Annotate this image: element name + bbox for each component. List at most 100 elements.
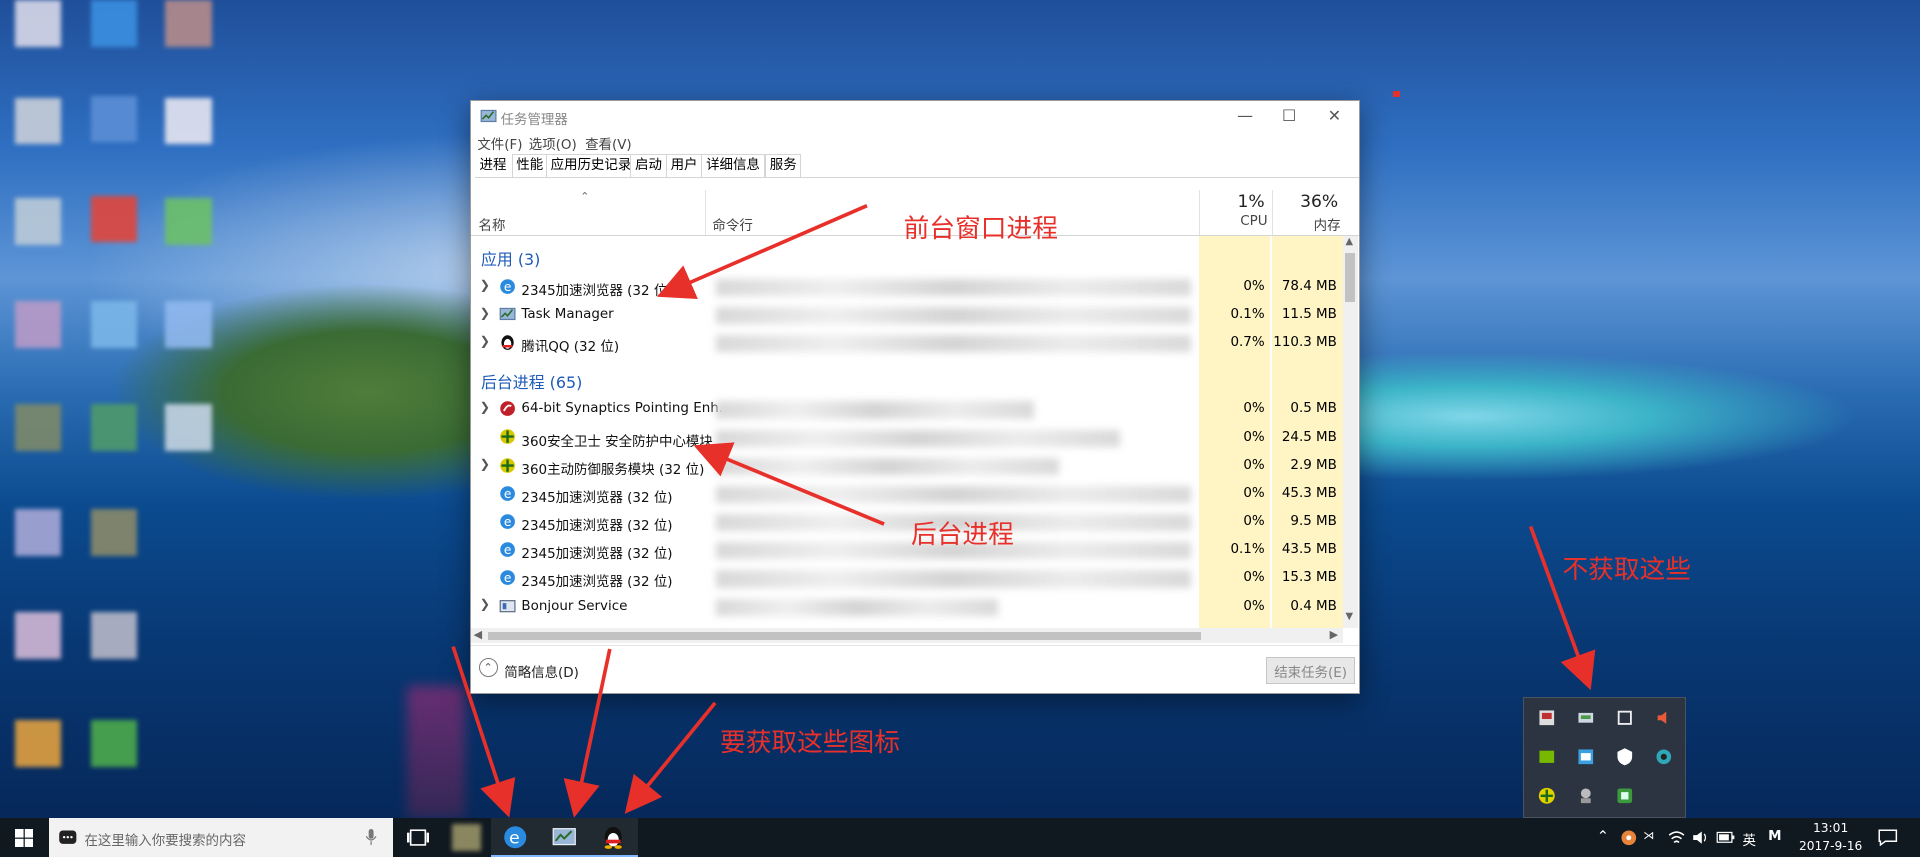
process-row[interactable]: e 2345加速浏览器 (32 位) 0% 15.3 MB bbox=[471, 564, 1343, 592]
desktop-icon[interactable] bbox=[14, 720, 62, 767]
desktop-icon[interactable] bbox=[165, 404, 212, 451]
close-button[interactable]: ✕ bbox=[1312, 101, 1356, 130]
show-hidden-icons-chevron-icon[interactable]: ⌃ bbox=[1597, 828, 1609, 845]
clock[interactable]: 13:01 2017-9-16 bbox=[1798, 820, 1864, 854]
search-box[interactable]: 在这里输入你要搜索的内容 bbox=[48, 817, 394, 857]
end-task-button[interactable]: 结束任务(E) bbox=[1265, 657, 1356, 684]
expand-chevron-icon[interactable]: ❯ bbox=[480, 400, 490, 414]
tray-app-icon[interactable] bbox=[1537, 708, 1557, 728]
tray-app-icon[interactable] bbox=[1619, 828, 1639, 848]
tray-app-icon[interactable] bbox=[1576, 747, 1596, 767]
process-row[interactable]: ❯ Bonjour Service 0% 0.4 MB bbox=[471, 592, 1343, 620]
desktop-icon[interactable] bbox=[14, 612, 62, 659]
process-row[interactable]: ❯ 360主动防御服务模块 (32 位) 0% 2.9 MB bbox=[471, 452, 1343, 480]
desktop-icon[interactable] bbox=[14, 509, 62, 556]
process-row[interactable]: 360安全卫士 安全防护中心模块... 0% 24.5 MB bbox=[471, 423, 1343, 451]
tab-startup[interactable]: 启动 bbox=[630, 154, 667, 178]
tab-performance[interactable]: 性能 bbox=[511, 154, 548, 178]
taskbar-qq[interactable] bbox=[588, 817, 638, 857]
tab-services[interactable]: 服务 bbox=[765, 154, 802, 178]
expand-chevron-icon[interactable]: ❯ bbox=[480, 306, 490, 320]
desktop-icon[interactable] bbox=[90, 509, 138, 556]
tray-360-icon[interactable] bbox=[1537, 786, 1557, 806]
tray-app-icon[interactable] bbox=[1615, 786, 1635, 806]
microphone-icon[interactable] bbox=[365, 828, 377, 846]
desktop-icon[interactable] bbox=[90, 195, 138, 243]
ime-language[interactable]: 英 bbox=[1742, 829, 1755, 849]
process-row[interactable]: ❯ 腾讯QQ (32 位) 0.7% 110.3 MB bbox=[471, 329, 1343, 357]
desktop-icon[interactable] bbox=[90, 404, 138, 451]
horizontal-scroll-thumb[interactable] bbox=[488, 631, 1201, 641]
tray-nvidia-icon[interactable] bbox=[1537, 747, 1557, 767]
fewer-details-link[interactable]: 简略信息(D) bbox=[504, 661, 579, 681]
ime-mode[interactable]: M bbox=[1768, 829, 1781, 844]
process-row[interactable]: e 2345加速浏览器 (32 位) 0% 9.5 MB bbox=[471, 508, 1343, 536]
horizontal-scrollbar[interactable]: ◀ ▶ bbox=[471, 627, 1344, 643]
tray-battery-text-icon[interactable]: ⋊ bbox=[1643, 829, 1654, 842]
menu-file[interactable]: 文件(F) bbox=[477, 133, 522, 153]
desktop-icon[interactable] bbox=[90, 301, 138, 348]
desktop-icon[interactable] bbox=[165, 198, 212, 245]
desktop-icon[interactable] bbox=[14, 97, 62, 145]
expand-chevron-icon[interactable]: ❯ bbox=[480, 457, 490, 471]
desktop-icon[interactable] bbox=[90, 95, 138, 143]
column-name[interactable]: 名称 bbox=[479, 214, 506, 234]
tab-details[interactable]: 详细信息 bbox=[701, 154, 765, 178]
tray-app-icon[interactable] bbox=[1576, 786, 1596, 806]
tray-app-icon[interactable] bbox=[1576, 708, 1596, 728]
tab-app-history[interactable]: 应用历史记录 bbox=[545, 154, 636, 178]
background-group-header[interactable]: 后台进程 (65) bbox=[481, 370, 582, 393]
desktop-icon[interactable] bbox=[14, 0, 62, 47]
vertical-scrollbar[interactable]: ▲ ▼ bbox=[1343, 236, 1358, 628]
desktop-icon[interactable] bbox=[165, 301, 212, 348]
start-button[interactable] bbox=[0, 818, 49, 857]
battery-icon[interactable] bbox=[1716, 830, 1736, 845]
column-memory[interactable]: 内存 bbox=[1314, 214, 1341, 234]
collapse-circle-icon[interactable]: ⌃ bbox=[478, 658, 498, 678]
process-row[interactable]: e 2345加速浏览器 (32 位) 0% 45.3 MB bbox=[471, 480, 1343, 508]
scroll-up-arrow-icon[interactable]: ▲ bbox=[1345, 236, 1353, 247]
desktop-icon[interactable] bbox=[14, 301, 62, 348]
tab-users[interactable]: 用户 bbox=[665, 154, 703, 178]
scroll-down-arrow-icon[interactable]: ▼ bbox=[1345, 611, 1353, 622]
process-memory: 11.5 MB bbox=[1281, 307, 1337, 323]
action-center-icon[interactable] bbox=[1878, 829, 1898, 847]
scroll-right-arrow-icon[interactable]: ▶ bbox=[1330, 628, 1338, 641]
process-row[interactable]: ❯ Task Manager 0.1% 11.5 MB bbox=[471, 301, 1343, 329]
title-bar[interactable]: 任务管理器 — ☐ ✕ bbox=[471, 101, 1359, 130]
wifi-icon[interactable] bbox=[1668, 829, 1685, 846]
tray-volume-muted-icon[interactable] bbox=[1654, 708, 1674, 728]
column-cpu[interactable]: CPU bbox=[1240, 214, 1267, 229]
desktop-icon[interactable] bbox=[165, 0, 212, 47]
desktop-icon[interactable] bbox=[14, 404, 62, 451]
taskbar-task-manager[interactable] bbox=[540, 817, 589, 857]
volume-icon[interactable] bbox=[1692, 829, 1709, 846]
expand-chevron-icon[interactable]: ❯ bbox=[480, 334, 490, 348]
task-manager-window[interactable]: 任务管理器 — ☐ ✕ 文件(F) 选项(O) 查看(V) 进程 性能 应用历史… bbox=[470, 100, 1360, 694]
process-row[interactable]: e 2345加速浏览器 (32 位) 0.1% 43.5 MB bbox=[471, 536, 1343, 564]
tab-processes[interactable]: 进程 bbox=[474, 154, 512, 178]
tray-app-icon[interactable] bbox=[1654, 747, 1674, 767]
desktop-icon[interactable] bbox=[14, 198, 62, 245]
apps-group-header[interactable]: 应用 (3) bbox=[481, 247, 540, 270]
desktop-icon[interactable] bbox=[90, 0, 138, 47]
menu-view[interactable]: 查看(V) bbox=[585, 133, 632, 153]
column-command-line[interactable]: 命令行 bbox=[712, 214, 752, 234]
taskbar-app-blurred[interactable] bbox=[442, 818, 491, 857]
taskbar-browser-2345[interactable]: e bbox=[491, 817, 540, 857]
maximize-button[interactable]: ☐ bbox=[1267, 101, 1311, 130]
scroll-left-arrow-icon[interactable]: ◀ bbox=[474, 628, 482, 641]
menu-options[interactable]: 选项(O) bbox=[529, 133, 577, 153]
desktop-icon[interactable] bbox=[165, 97, 212, 145]
minimize-button[interactable]: — bbox=[1223, 101, 1267, 130]
task-view-button[interactable] bbox=[393, 818, 442, 857]
expand-chevron-icon[interactable]: ❯ bbox=[480, 278, 490, 292]
process-row[interactable]: ❯ e 2345加速浏览器 (32 位) 0% 78.4 MB bbox=[471, 273, 1343, 301]
vertical-scroll-thumb[interactable] bbox=[1345, 253, 1356, 303]
desktop-icon[interactable] bbox=[90, 612, 138, 659]
tray-app-icon[interactable] bbox=[1615, 708, 1635, 728]
expand-chevron-icon[interactable]: ❯ bbox=[480, 597, 490, 611]
tray-security-shield-icon[interactable] bbox=[1615, 747, 1635, 767]
desktop-icon[interactable] bbox=[90, 720, 138, 767]
process-row[interactable]: ❯ 64-bit Synaptics Pointing Enh... 0% 0.… bbox=[471, 395, 1343, 423]
